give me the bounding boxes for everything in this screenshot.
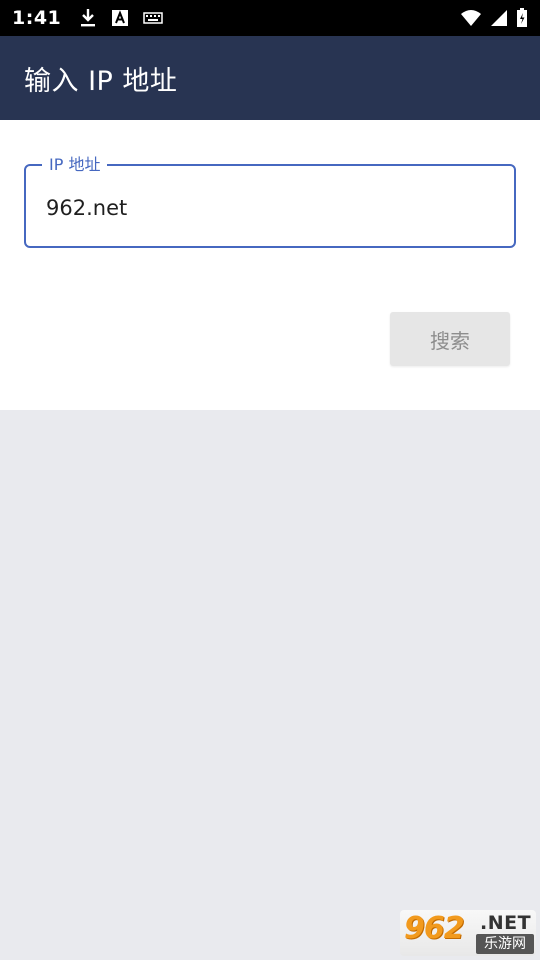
watermark-suffix: .NET	[480, 912, 532, 934]
status-bar: 1:41	[0, 0, 540, 36]
signal-icon	[490, 9, 508, 27]
status-system-icons	[460, 8, 528, 28]
text-a-icon	[111, 9, 129, 27]
status-notification-icons	[79, 8, 164, 28]
battery-icon	[516, 8, 528, 28]
form-panel: IP 地址 搜索	[0, 120, 540, 410]
status-time: 1:41	[12, 7, 62, 29]
wifi-icon	[460, 9, 482, 27]
ip-address-input[interactable]	[46, 190, 496, 226]
app-bar: 输入 IP 地址	[0, 36, 540, 120]
watermark-logo: 962 .NET 乐游网	[400, 910, 536, 956]
keyboard-icon	[143, 11, 164, 25]
ip-address-field[interactable]: IP 地址	[24, 154, 516, 248]
download-icon	[79, 8, 97, 28]
watermark-chinese: 乐游网	[476, 934, 534, 954]
page-title: 输入 IP 地址	[24, 65, 178, 97]
ip-address-label: IP 地址	[42, 154, 108, 176]
watermark-number: 962	[404, 911, 465, 946]
search-button[interactable]: 搜索	[390, 312, 510, 366]
